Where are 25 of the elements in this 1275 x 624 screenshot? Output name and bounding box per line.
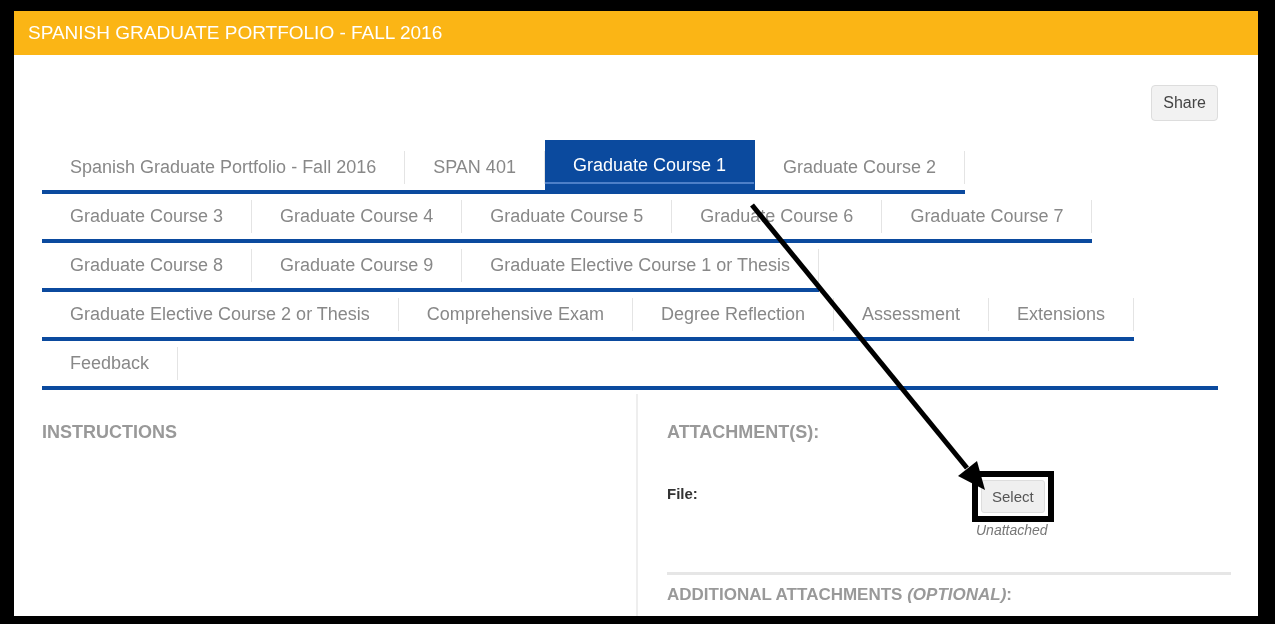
tab[interactable]: SPAN 401 [405,151,545,184]
tab[interactable]: Degree Reflection [632,298,834,331]
section-heading: ADDITIONAL ATTACHMENTS (OPTIONAL): [667,585,1013,605]
tab[interactable]: Graduate Elective Course 2 or Thesis [42,298,399,331]
tab[interactable]: Graduate Course 1 [544,140,755,190]
tab[interactable]: Graduate Course 9 [252,249,463,282]
tab[interactable]: Extensions [989,298,1135,331]
tab[interactable]: Feedback [42,347,179,380]
file-label: File: [667,484,699,504]
tab[interactable]: Comprehensive Exam [398,298,633,331]
tab[interactable]: Graduate Course 8 [42,249,253,282]
tab[interactable]: Assessment [834,298,990,331]
section-heading: ATTACHMENT(S): [667,422,821,443]
tab[interactable]: Graduate Course 4 [252,200,463,233]
tab[interactable]: Graduate Course 7 [882,200,1093,233]
tab[interactable]: Graduate Course 3 [42,200,253,233]
attachment-status: Unattached [976,522,1048,538]
page-title: SPANISH GRADUATE PORTFOLIO - FALL 2016 [28,22,443,44]
tab[interactable]: Graduate Elective Course 1 or Thesis [462,249,819,282]
share-button[interactable]: Share [1151,85,1218,121]
select-button[interactable]: Select [981,480,1045,513]
section-heading: INSTRUCTIONS [42,422,177,442]
tab[interactable]: Graduate Course 5 [462,200,673,233]
tab[interactable]: Spanish Graduate Portfolio - Fall 2016 [42,151,406,184]
tab[interactable]: Graduate Course 2 [755,151,966,184]
